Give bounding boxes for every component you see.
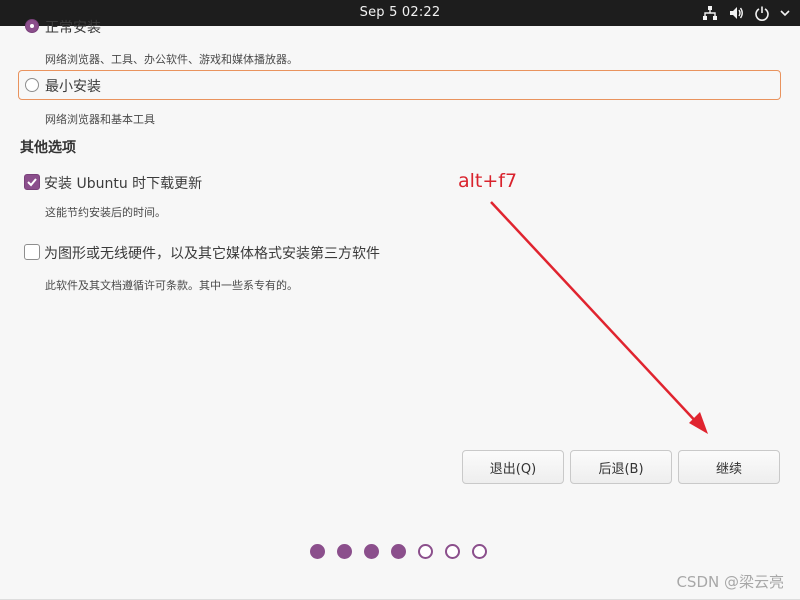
power-icon[interactable] <box>754 5 770 21</box>
continue-button[interactable]: 继续 <box>678 450 780 484</box>
back-button[interactable]: 后退(B) <box>570 450 672 484</box>
progress-dot <box>310 544 325 559</box>
annotation-arrow-icon <box>490 201 708 434</box>
progress-dot <box>364 544 379 559</box>
progress-dot <box>391 544 406 559</box>
clock[interactable]: Sep 5 02:22 <box>0 5 800 20</box>
installer-panel: 正常安装 网络浏览器、工具、办公软件、游戏和媒体播放器。 最小安装 网络浏览器和… <box>0 19 800 600</box>
network-icon[interactable] <box>702 5 718 21</box>
progress-dot <box>418 544 433 559</box>
system-tray[interactable] <box>702 4 790 22</box>
progress-dot <box>337 544 352 559</box>
quit-button[interactable]: 退出(Q) <box>462 450 564 484</box>
volume-icon[interactable] <box>728 5 744 21</box>
progress-dot <box>472 544 487 559</box>
top-bar: Sep 5 02:22 <box>0 0 800 26</box>
watermark: CSDN @梁云亮 <box>676 573 784 591</box>
menu-chevron-icon[interactable] <box>780 5 790 21</box>
progress-dots <box>310 544 487 559</box>
progress-dot <box>445 544 460 559</box>
